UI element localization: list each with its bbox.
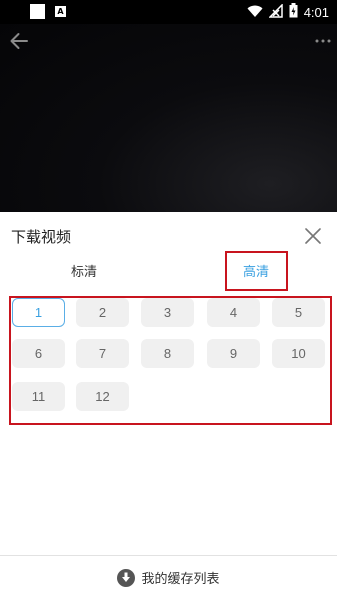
episode-button-6[interactable]: 6 <box>12 339 65 368</box>
app-square-icon <box>30 4 45 19</box>
status-bar: A 4:01 <box>0 0 337 24</box>
episode-button-9[interactable]: 9 <box>207 339 260 368</box>
tab-high-definition[interactable]: 高清 <box>225 262 287 284</box>
back-button[interactable] <box>6 30 32 52</box>
episode-button-5[interactable]: 5 <box>272 298 325 327</box>
close-icon <box>305 228 321 244</box>
episode-button-10[interactable]: 10 <box>272 339 325 368</box>
episode-button-12[interactable]: 12 <box>76 382 129 411</box>
a-badge-icon: A <box>55 6 66 17</box>
tab-standard-definition[interactable]: 标清 <box>54 262 114 284</box>
arrow-left-icon <box>10 33 28 49</box>
more-button[interactable] <box>313 30 333 52</box>
close-button[interactable] <box>303 226 323 246</box>
episode-button-4[interactable]: 4 <box>207 298 260 327</box>
download-circle-icon <box>117 568 136 587</box>
episode-button-1[interactable]: 1 <box>12 298 65 327</box>
my-cache-list-label: 我的缓存列表 <box>141 572 220 587</box>
episode-button-8[interactable]: 8 <box>141 339 194 368</box>
more-dots-icon <box>315 39 331 43</box>
signal-icon <box>267 3 283 22</box>
panel-title: 下载视频 <box>11 228 72 246</box>
episode-button-7[interactable]: 7 <box>76 339 129 368</box>
episode-button-2[interactable]: 2 <box>76 298 129 327</box>
episode-button-3[interactable]: 3 <box>141 298 194 327</box>
status-bar-left: A <box>30 4 66 19</box>
battery-icon <box>289 3 298 22</box>
episode-button-11[interactable]: 11 <box>12 382 65 411</box>
status-time: 4:01 <box>303 5 329 20</box>
my-cache-list-button[interactable]: 我的缓存列表 <box>0 556 337 599</box>
wifi-icon <box>247 3 263 22</box>
status-bar-right: 4:01 <box>247 3 329 22</box>
video-player[interactable] <box>0 24 337 212</box>
